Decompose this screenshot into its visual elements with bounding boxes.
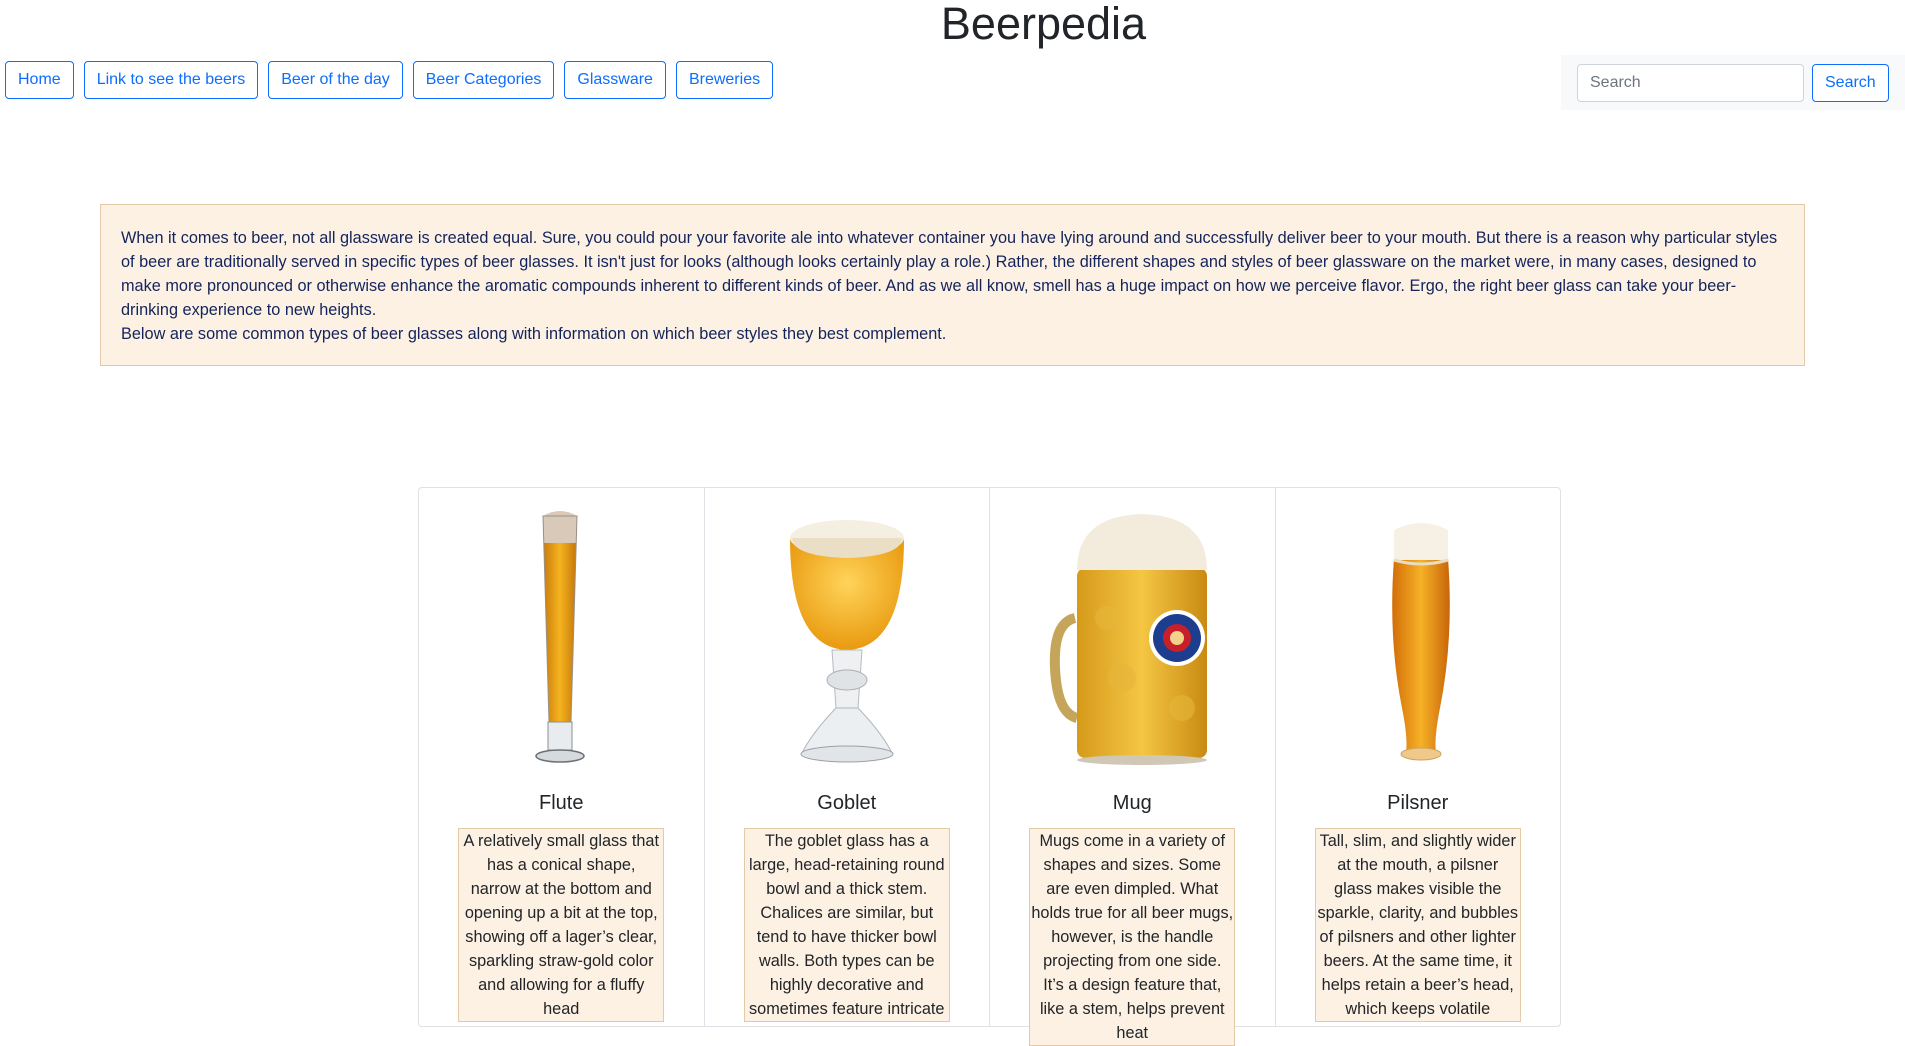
intro-paragraph: When it comes to beer, not all glassware… xyxy=(121,229,1778,319)
glass-card-mug: Mug Mugs come in a variety of shapes and… xyxy=(990,488,1276,1046)
glass-card-flute: Flute A relatively small glass that has … xyxy=(419,488,705,1026)
glass-card-goblet: Goblet The goblet glass has a large, hea… xyxy=(705,488,990,1026)
glass-description: A relatively small glass that has a coni… xyxy=(458,828,665,1022)
main-nav: Home Link to see the beers Beer of the d… xyxy=(5,61,774,99)
glassware-cards: Flute A relatively small glass that has … xyxy=(418,487,1561,1046)
glass-name: Mug xyxy=(1112,792,1152,814)
glass-description: Tall, slim, and slightly wider at the mo… xyxy=(1314,828,1521,1022)
glass-name: Flute xyxy=(539,792,584,814)
search-bar: Search Search xyxy=(1561,55,1905,110)
goblet-glass-image xyxy=(705,508,990,773)
glass-name: Pilsner xyxy=(1387,792,1449,814)
flute-glass-image xyxy=(419,508,704,773)
glassware-intro: When it comes to beer, not all glassware… xyxy=(100,204,1805,366)
nav-beers-button[interactable]: Link to see the beers xyxy=(83,61,259,99)
search-button[interactable]: Search xyxy=(1812,63,1889,102)
glass-description: Mugs come in a variety of shapes and siz… xyxy=(1029,828,1236,1046)
intro-paragraph: Below are some common types of beer glas… xyxy=(121,325,947,343)
site-title: Beerpedia xyxy=(940,0,1147,49)
glass-card-pilsner: Pilsner Tall, slim, and slightly wider a… xyxy=(1276,488,1561,1026)
pilsner-glass-image xyxy=(1276,508,1561,773)
nav-beer-of-the-day-button[interactable]: Beer of the day xyxy=(268,61,403,99)
glass-description: The goblet glass has a large, head-retai… xyxy=(743,828,950,1022)
search-input[interactable]: Search xyxy=(1577,63,1804,102)
nav-breweries-button[interactable]: Breweries xyxy=(675,61,774,99)
nav-glassware-button[interactable]: Glassware xyxy=(564,61,666,99)
glass-name: Goblet xyxy=(817,792,877,814)
nav-beer-categories-button[interactable]: Beer Categories xyxy=(412,61,555,99)
mug-glass-image xyxy=(990,508,1275,773)
nav-home-button[interactable]: Home xyxy=(5,61,74,99)
